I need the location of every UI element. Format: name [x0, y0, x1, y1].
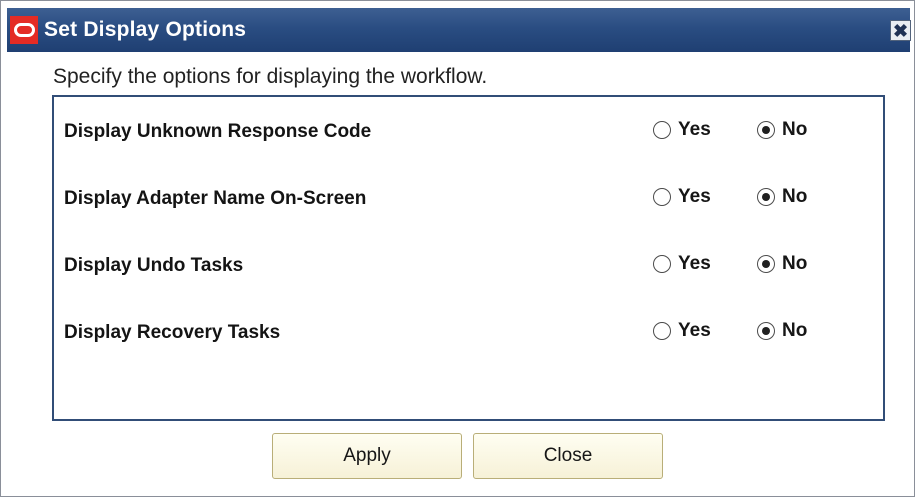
dialog-titlebar: Set Display Options ✖ [7, 8, 911, 52]
radio-icon[interactable] [653, 322, 671, 340]
radio-yes-recovery-tasks[interactable]: Yes [653, 320, 711, 342]
radio-no-recovery-tasks[interactable]: No [757, 320, 807, 342]
radio-icon[interactable] [757, 255, 775, 273]
radio-no-label: No [782, 253, 808, 274]
radio-no-label: No [782, 320, 808, 341]
set-display-options-dialog: Set Display Options ✖ Specify the option… [0, 0, 915, 497]
option-row-undo-tasks: Display Undo Tasks Yes No [54, 248, 883, 284]
oracle-logo-icon [10, 16, 38, 44]
option-row-adapter-name: Display Adapter Name On-Screen Yes No [54, 181, 883, 217]
dialog-title: Set Display Options [44, 18, 247, 41]
radio-icon[interactable] [653, 188, 671, 206]
radio-no-adapter-name[interactable]: No [757, 186, 807, 208]
option-label: Display Recovery Tasks [64, 322, 281, 343]
radio-icon[interactable] [653, 121, 671, 139]
radio-no-label: No [782, 186, 808, 207]
close-button[interactable]: Close [473, 433, 663, 479]
instruction-text: Specify the options for displaying the w… [53, 65, 488, 88]
radio-no-undo-tasks[interactable]: No [757, 253, 807, 275]
option-row-unknown-response-code: Display Unknown Response Code Yes No [54, 114, 883, 150]
options-panel: Display Unknown Response Code Yes No Dis… [52, 95, 885, 421]
radio-icon[interactable] [757, 322, 775, 340]
radio-yes-label: Yes [678, 119, 711, 140]
radio-no-label: No [782, 119, 808, 140]
option-label: Display Undo Tasks [64, 255, 244, 276]
radio-yes-adapter-name[interactable]: Yes [653, 186, 711, 208]
radio-yes-label: Yes [678, 186, 711, 207]
option-label: Display Adapter Name On-Screen [64, 188, 367, 209]
close-icon[interactable]: ✖ [890, 20, 911, 41]
radio-icon[interactable] [653, 255, 671, 273]
radio-icon[interactable] [757, 121, 775, 139]
radio-yes-label: Yes [678, 253, 711, 274]
radio-yes-label: Yes [678, 320, 711, 341]
option-label: Display Unknown Response Code [64, 121, 372, 142]
radio-no-unknown-response-code[interactable]: No [757, 119, 807, 141]
radio-yes-undo-tasks[interactable]: Yes [653, 253, 711, 275]
option-row-recovery-tasks: Display Recovery Tasks Yes No [54, 315, 883, 351]
radio-icon[interactable] [757, 188, 775, 206]
radio-yes-unknown-response-code[interactable]: Yes [653, 119, 711, 141]
apply-button[interactable]: Apply [272, 433, 462, 479]
